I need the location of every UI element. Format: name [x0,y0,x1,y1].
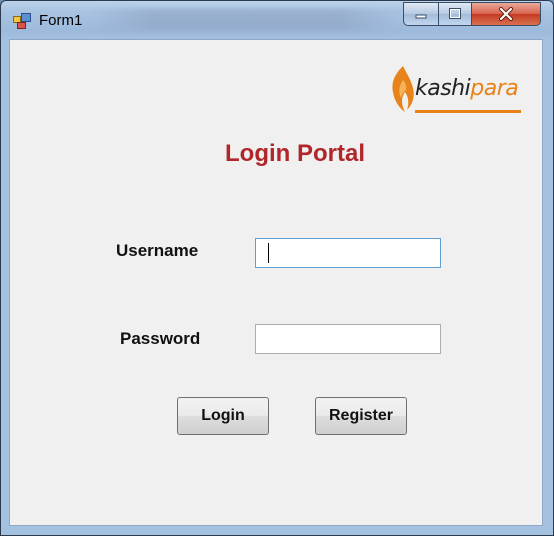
logo-wordmark: kashipara [415,76,519,101]
form-app-icon[interactable] [13,13,31,29]
logo-word-part2: para [470,76,519,101]
kashipara-logo: kashipara [389,58,529,118]
application-window: Form1 kashipara Login Portal Username Pa… [0,0,554,536]
logo-word-part1: kashi [415,76,471,101]
maximize-icon [449,8,461,19]
title-bar[interactable]: Form1 [1,1,553,39]
close-icon [499,7,513,21]
close-button[interactable] [471,2,541,26]
minimize-icon [415,14,427,19]
password-label: Password [120,329,201,348]
username-input[interactable] [255,238,441,268]
flame-logo-icon [392,66,414,112]
page-title: Login Portal [225,140,365,167]
login-button[interactable]: Login [177,397,269,435]
form-client-area: kashipara Login Portal Username Password… [9,39,543,526]
text-caret [268,243,269,263]
register-button[interactable]: Register [315,397,407,435]
password-input[interactable] [255,324,441,354]
maximize-button[interactable] [438,2,472,26]
logo-underline [415,110,521,113]
minimize-button[interactable] [403,2,439,26]
username-label: Username [116,241,199,260]
window-title: Form1 [39,12,83,29]
title-bar-glass-reflection [91,9,401,31]
